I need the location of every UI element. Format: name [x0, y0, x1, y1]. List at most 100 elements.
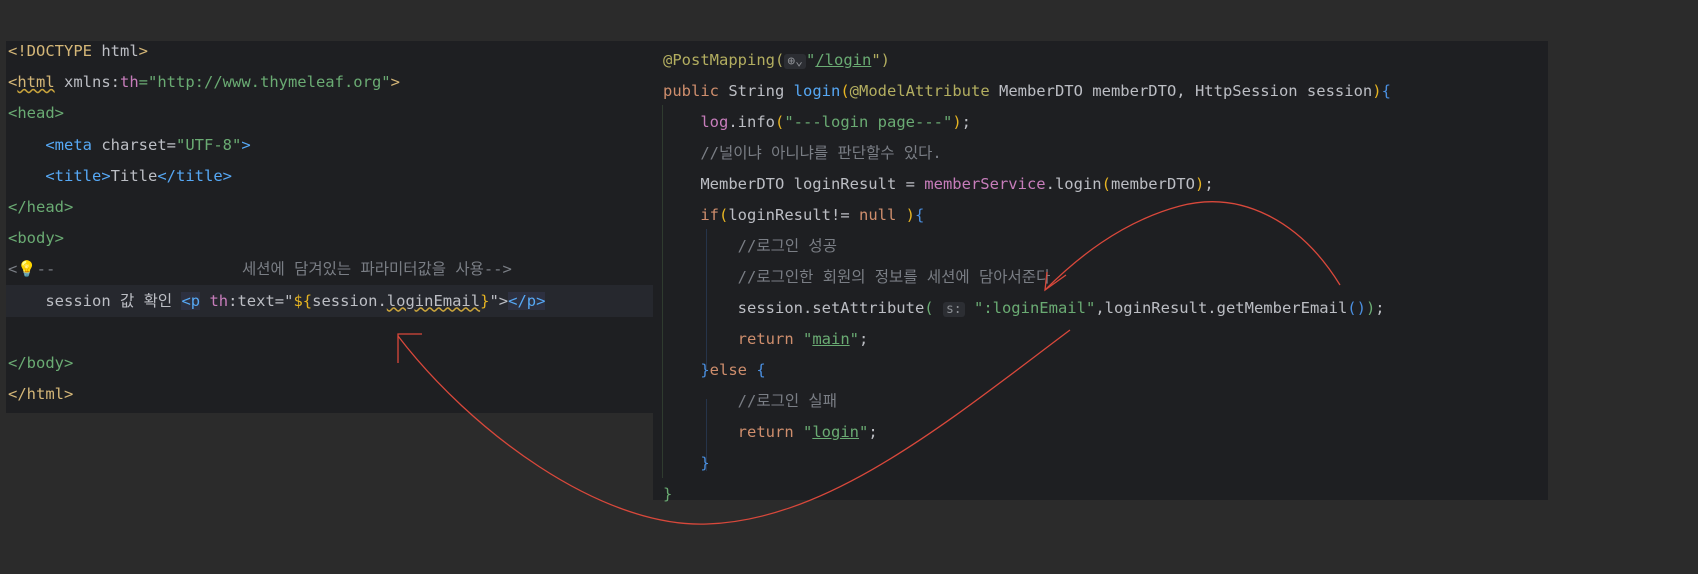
code-token: //로그인 성공 [663, 237, 837, 255]
code-token: else [709, 361, 757, 379]
code-line[interactable]: return "main"; [663, 329, 869, 349]
code-token: { [756, 361, 766, 379]
code-line[interactable]: //로그인한 회원의 정보를 세션에 담아서준다 [663, 267, 1051, 287]
code-token: memberDTO [1110, 175, 1195, 193]
code-token: } [700, 454, 710, 472]
code-token: login [793, 82, 841, 100]
code-token: ) [1365, 299, 1376, 317]
code-token: "---login page---" [784, 113, 953, 131]
code-token: session.setAttribute [663, 299, 925, 317]
code-token: ⊕⌄ [784, 54, 806, 69]
code-line[interactable]: @PostMapping(⊕⌄ "/login") [663, 50, 890, 72]
code-token: ":loginEmail" [973, 299, 1096, 317]
code-token: th [209, 291, 229, 310]
code-token: //로그인한 회원의 정보를 세션에 담아서준다 [663, 268, 1051, 286]
code-token: loginResult!= [728, 206, 859, 224]
code-line[interactable]: <head> [8, 103, 64, 123]
code-token: String [728, 82, 794, 100]
code-token: () [1347, 299, 1366, 317]
code-token: { [915, 206, 925, 224]
code-line[interactable]: </head> [8, 197, 73, 217]
code-token: <head> [8, 104, 64, 123]
code-line[interactable]: <title>Title</title> [8, 166, 232, 186]
code-token: ; [1204, 175, 1214, 193]
code-token: html [17, 73, 55, 92]
code-line[interactable]: } [663, 453, 710, 473]
code-token: </html> [8, 385, 74, 404]
code-token: if [700, 206, 719, 224]
code-token: 💡 [17, 260, 37, 279]
code-token: <!DOCTYPE [8, 42, 102, 60]
code-line[interactable]: <meta charset="UTF-8"> [8, 135, 250, 155]
code-line[interactable]: <body> [8, 228, 64, 248]
code-token: ="http://www.thymeleaf.org" [138, 73, 391, 92]
code-token: loginEmail [386, 291, 481, 310]
code-line[interactable]: } [663, 484, 672, 504]
code-token: session. [312, 291, 387, 310]
code-line[interactable]: <html xmlns:th="http://www.thymeleaf.org… [8, 72, 400, 92]
code-line[interactable]: }else { [663, 360, 766, 380]
code-token: //로그인 실패 [663, 392, 837, 410]
code-token: ) [952, 113, 962, 131]
java-editor-panel[interactable]: @PostMapping(⊕⌄ "/login") public String lo… [653, 41, 1548, 503]
code-token: MemberDTO memberDTO, HttpSession session [998, 82, 1373, 100]
code-token: ; [868, 423, 878, 441]
code-token: memberService [924, 175, 1046, 193]
code-line[interactable]: //널이냐 아니냐를 판단할수 있다. [663, 143, 941, 163]
code-token: ( [719, 206, 729, 224]
code-token: .info [728, 113, 775, 131]
code-line[interactable]: </html> [8, 384, 73, 404]
code-token: login [812, 423, 859, 441]
code-line[interactable]: public String login(@ModelAttribute Memb… [663, 81, 1391, 101]
code-token: ${ [293, 291, 313, 310]
code-line[interactable]: <!DOCTYPE html> [8, 41, 148, 61]
code-token: @ModelAttribute [849, 82, 999, 100]
code-token: " [802, 330, 813, 348]
code-line[interactable]: if(loginResult!= null ){ [663, 205, 924, 225]
code-token: return [737, 330, 803, 348]
code-token: main [812, 330, 850, 348]
code-token: ; [1375, 299, 1385, 317]
code-line[interactable]: //로그인 실패 [663, 391, 837, 411]
code-token: <meta [45, 135, 92, 154]
code-token: "> [489, 291, 509, 310]
code-token: return [737, 423, 803, 441]
code-token: charset= [92, 135, 176, 154]
code-token: } [700, 361, 710, 379]
code-token: -- 세션에 담겨있는 파라미터값을 사용--> [36, 260, 512, 279]
code-line[interactable]: session 값 확인 <p th:text="${session.login… [6, 284, 653, 317]
code-token: > [390, 73, 400, 92]
code-token: " [805, 51, 816, 69]
code-line[interactable]: </body> [8, 353, 73, 373]
code-line[interactable]: //로그인 성공 [663, 236, 837, 256]
code-token: log [700, 113, 729, 131]
code-token: public [663, 82, 729, 100]
code-token: ) [1372, 82, 1382, 100]
code-token: " [859, 423, 869, 441]
code-line[interactable]: log.info("---login page---"); [663, 112, 971, 132]
code-token: "UTF-8" [176, 135, 242, 154]
code-token: < [8, 73, 18, 92]
code-token: < [8, 260, 18, 279]
code-token: <body> [8, 229, 64, 248]
code-line[interactable]: return "login"; [663, 422, 878, 442]
code-token: ) [1194, 175, 1205, 193]
html-editor-panel[interactable]: <!DOCTYPE html> <html xmlns:th="http://ww… [6, 41, 653, 413]
code-token: <p [181, 291, 201, 310]
code-token: ") [871, 51, 890, 69]
code-token: " [802, 423, 813, 441]
code-token: s: [942, 302, 965, 317]
code-line[interactable]: session.setAttribute( s: ":loginEmail",l… [663, 298, 1385, 320]
code-line[interactable]: <💡-- 세션에 담겨있는 파라미터값을 사용--> [8, 259, 512, 279]
code-token: ( [1101, 175, 1111, 193]
code-token: MemberDTO loginResult = [663, 175, 925, 193]
code-line[interactable]: MemberDTO loginResult = memberService.lo… [663, 174, 1214, 194]
